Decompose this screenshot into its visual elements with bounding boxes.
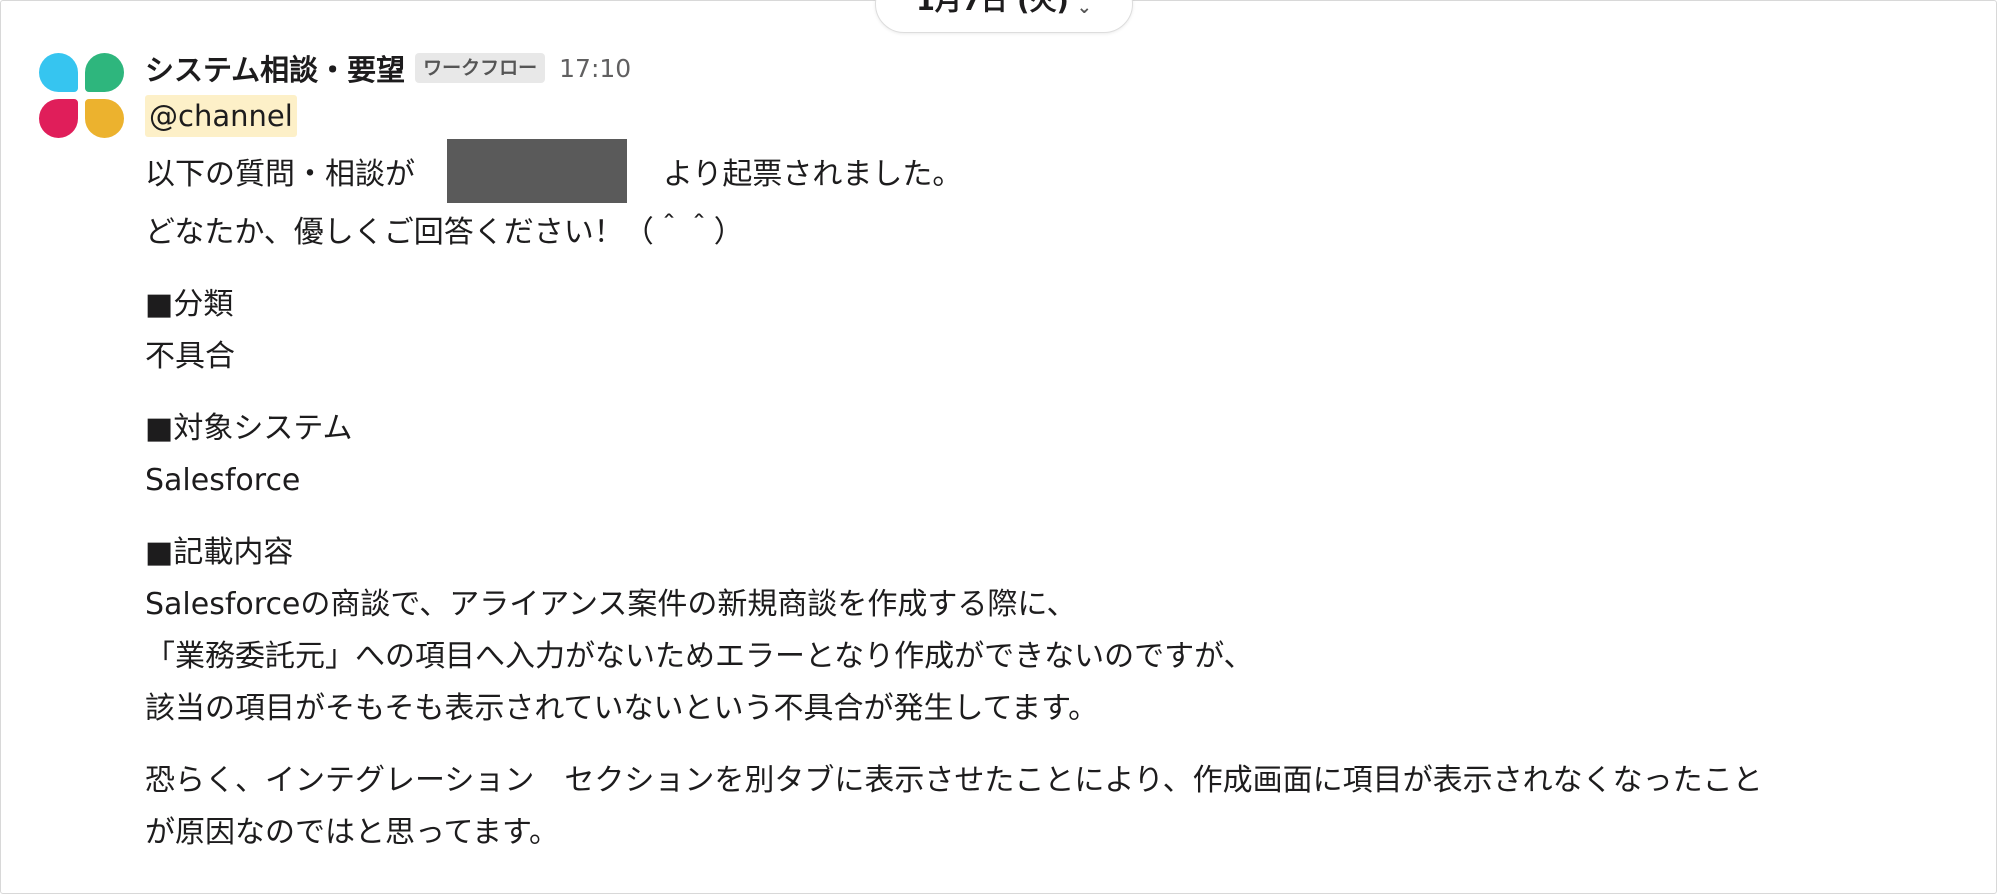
- content-line: 該当の項目がそもそも表示されていないという不具合が発生してます。: [145, 691, 1099, 726]
- avatar-leaf-green: [85, 53, 124, 92]
- system-heading: ■対象システム: [145, 411, 353, 446]
- date-divider-button[interactable]: 1月7日 (火) ⌄: [875, 0, 1133, 33]
- intro-line: 以下の質問・相談が より起票されました。: [145, 137, 1976, 205]
- category-heading: ■分類: [145, 287, 234, 322]
- redacted-user-block: [447, 139, 627, 203]
- system-value: Salesforce: [145, 463, 301, 498]
- intro-text-after: より起票されました。: [663, 157, 963, 192]
- sender-name[interactable]: システム相談・要望: [145, 47, 405, 89]
- guess-line: 恐らく、インテグレーション セクションを別タブに表示させたことにより、作成画面に…: [145, 763, 1763, 798]
- workflow-avatar[interactable]: [39, 53, 125, 139]
- chevron-down-icon: ⌄: [1076, 0, 1092, 18]
- category-value: 不具合: [145, 339, 235, 374]
- request-line: どなたか、優しくご回答ください！（＾＾）: [145, 215, 744, 250]
- content-line: 「業務委託元」への項目へ入力がないためエラーとなり作成ができないのですが、: [145, 639, 1254, 674]
- avatar-leaf-yellow: [85, 99, 124, 138]
- avatar-leaf-blue: [39, 53, 78, 92]
- message-header: システム相談・要望 ワークフロー 17:10: [145, 47, 1976, 89]
- intro-text-before: 以下の質問・相談が: [145, 157, 415, 192]
- message-panel: 1月7日 (火) ⌄ システム相談・要望 ワークフロー 17:10 @chann…: [0, 0, 1997, 894]
- message-timestamp[interactable]: 17:10: [559, 54, 631, 83]
- guess-line: が原因なのではと思ってます。: [145, 815, 559, 850]
- avatar-leaf-red: [39, 99, 78, 138]
- content-line: Salesforceの商談で、アライアンス案件の新規商談を作成する際に、: [145, 587, 1077, 622]
- message-body: システム相談・要望 ワークフロー 17:10 @channel 以下の質問・相談…: [145, 47, 1976, 859]
- date-divider-label: 1月7日 (火): [916, 0, 1069, 17]
- channel-mention[interactable]: @channel: [145, 95, 297, 137]
- content-heading: ■記載内容: [145, 535, 294, 570]
- workflow-badge: ワークフロー: [415, 53, 546, 83]
